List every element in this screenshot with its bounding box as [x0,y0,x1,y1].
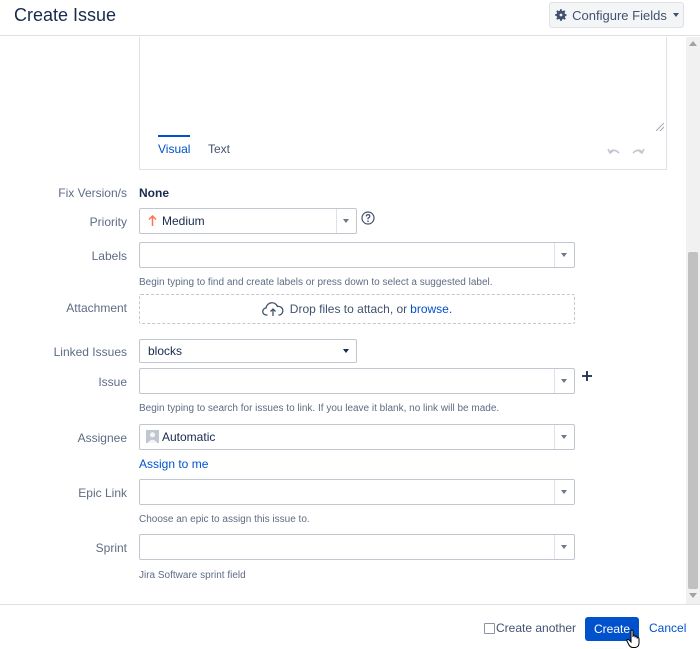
assignee-label: Assignee [77,431,127,445]
epic-link-label: Epic Link [78,486,127,500]
fix-version-label: Fix Version/s [58,186,127,200]
scrollbar[interactable] [686,37,700,604]
configure-fields-button[interactable]: Configure Fields [549,2,684,28]
redo-icon[interactable] [631,147,645,157]
create-another-checkbox[interactable] [484,623,495,634]
priority-value: Medium [162,214,205,228]
attachment-label: Attachment [66,301,127,315]
hand-cursor-icon [626,629,640,648]
description-editor[interactable]: Visual Text [139,37,667,170]
issue-label: Issue [98,375,127,389]
labels-input[interactable] [139,242,575,268]
sprint-input[interactable] [139,534,575,560]
issue-input[interactable] [139,368,575,394]
help-icon[interactable] [361,211,375,225]
assignee-value: Automatic [162,430,216,444]
linked-issues-value: blocks [148,344,183,358]
tab-visual[interactable]: Visual [158,142,190,156]
avatar-icon [146,430,159,443]
labels-label: Labels [91,249,127,263]
dropdown-arrow-icon[interactable] [554,243,574,267]
plus-icon[interactable] [581,370,593,382]
configure-fields-label: Configure Fields [572,7,667,23]
dropdown-arrow-icon[interactable] [336,209,356,233]
create-another-label[interactable]: Create another [496,621,576,635]
resize-handle-icon[interactable] [656,123,664,131]
scroll-up-icon[interactable] [689,41,697,46]
assign-to-me-link[interactable]: Assign to me [139,457,208,471]
labels-help-text: Begin typing to find and create labels o… [139,277,493,288]
tab-underline [158,135,190,137]
dialog-content: Visual Text Fix Version/s None Priority … [0,37,686,604]
fix-version-value: None [139,186,169,200]
linked-issues-label: Linked Issues [53,345,127,359]
arrow-up-icon [148,215,157,226]
issue-help-text: Begin typing to search for issues to lin… [139,403,500,414]
dropdown-arrow-icon[interactable] [554,535,574,559]
priority-select[interactable]: Medium [139,208,357,234]
dialog-header: Create Issue Configure Fields [0,0,700,36]
scroll-down-icon[interactable] [689,593,697,598]
epic-link-help-text: Choose an epic to assign this issue to. [139,514,310,525]
attachment-drop-zone[interactable]: Drop files to attach, or browse. [139,294,575,324]
browse-link[interactable]: browse. [410,302,452,316]
attachment-drop-text: Drop files to attach, or [289,302,408,316]
dialog-title: Create Issue [14,5,117,25]
sprint-help-text: Jira Software sprint field [139,570,246,581]
dropdown-arrow-icon[interactable] [554,369,574,393]
undo-icon[interactable] [607,147,621,157]
scroll-thumb[interactable] [688,252,698,589]
epic-link-input[interactable] [139,479,575,505]
cloud-upload-icon [261,302,284,316]
dialog-footer: Create another Create Cancel [0,604,700,649]
dropdown-arrow-icon[interactable] [554,425,574,449]
priority-label: Priority [89,215,127,229]
caret-down-icon [343,349,349,353]
cancel-link[interactable]: Cancel [649,621,686,635]
gear-icon [555,9,567,21]
chevron-down-icon [672,13,679,17]
assignee-select[interactable]: Automatic [139,424,575,450]
linked-issues-select[interactable]: blocks [139,339,357,363]
dropdown-arrow-icon[interactable] [554,480,574,504]
tab-text[interactable]: Text [208,142,230,156]
sprint-label: Sprint [95,541,127,555]
